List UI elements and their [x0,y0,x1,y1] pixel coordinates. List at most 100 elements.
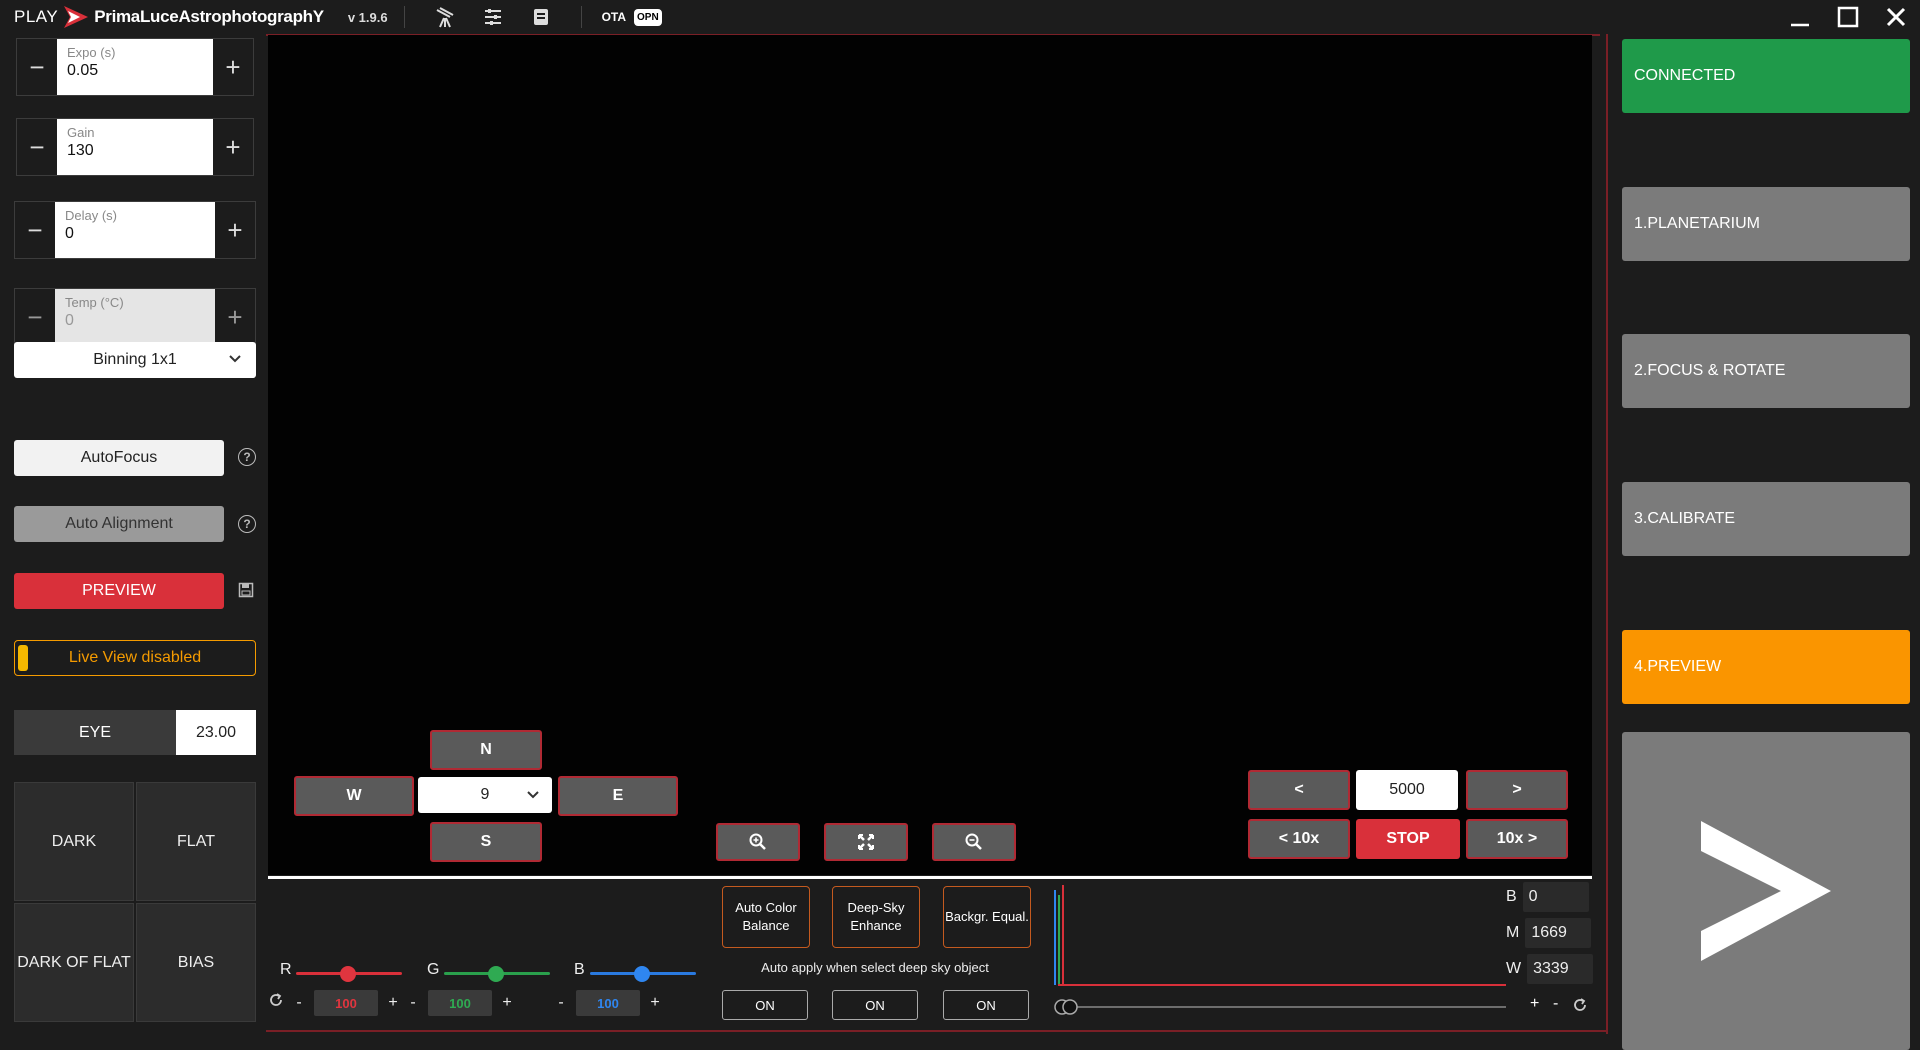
histogram-chart[interactable] [1050,880,1510,1020]
telescope-icon[interactable] [433,5,457,29]
flat-button[interactable]: FLAT [136,782,256,901]
delay-spinner: − Delay (s) 0 + [14,201,256,259]
calibrate-step-button[interactable]: 3.CALIBRATE [1622,482,1910,556]
black-point-value[interactable]: 0 [1522,882,1589,912]
save-icon[interactable] [238,582,254,598]
black-point-label: B [1506,888,1517,905]
ota-label[interactable]: OTA [602,10,626,24]
auto-alignment-button[interactable]: Auto Alignment [14,506,224,542]
eye-button[interactable]: EYE [14,710,176,755]
r-value[interactable]: 100 [314,990,378,1016]
gain-increase-button[interactable]: + [213,119,253,175]
temp-field[interactable]: Temp (°C) 0 [55,289,215,345]
mount-speed-select[interactable]: 9 [418,777,552,813]
eye-value-field[interactable]: 23.00 [176,710,256,755]
north-button[interactable]: N [430,730,542,770]
deep-sky-on-toggle[interactable]: ON [832,990,918,1020]
histogram-reset-icon[interactable] [1572,997,1588,1013]
reset-rgb-icon[interactable] [268,992,284,1008]
temp-increase-button[interactable]: + [215,289,255,345]
g-decrease-button[interactable]: - [404,994,422,1012]
connected-step-button[interactable]: CONNECTED [1622,39,1910,113]
expo-value[interactable]: 0.05 [67,62,203,80]
title-separator-2 [580,6,582,28]
b-decrease-button[interactable]: - [552,994,570,1012]
delay-decrease-button[interactable]: − [15,202,55,258]
auto-alignment-help-icon[interactable]: ? [238,515,256,533]
b-increase-button[interactable]: + [646,994,664,1012]
histogram-minus-button[interactable]: - [1553,995,1558,1013]
preview-button[interactable]: PREVIEW [14,573,224,609]
temp-decrease-button[interactable]: − [15,289,55,345]
gain-decrease-button[interactable]: − [17,119,57,175]
focuser-stop-button[interactable]: STOP [1356,819,1460,859]
next-step-button[interactable] [1622,732,1910,1050]
preview-step-button[interactable]: 4.PREVIEW [1622,630,1910,704]
white-point-value[interactable]: 3339 [1527,954,1594,984]
focuser-next-button[interactable]: > [1466,770,1568,810]
west-button[interactable]: W [294,776,414,816]
focuser-prev-button[interactable]: < [1248,770,1350,810]
r-increase-button[interactable]: + [384,994,402,1012]
gain-value[interactable]: 130 [67,142,203,160]
r-decrease-button[interactable]: - [290,994,308,1012]
deep-sky-enhance-button[interactable]: Deep-Sky Enhance [832,886,920,948]
backgr-on-toggle[interactable]: ON [943,990,1029,1020]
workflow-panel: CONNECTED 1.PLANETARIUM 2.FOCUS & ROTATE… [1606,34,1920,1050]
g-slider-handle[interactable] [488,966,504,982]
expo-increase-button[interactable]: + [213,39,253,95]
settings-sliders-icon[interactable] [481,5,505,29]
dark-of-flat-button[interactable]: DARK OF FLAT [14,903,134,1022]
midpoint-label: M [1506,924,1520,941]
auto-color-on-toggle[interactable]: ON [722,990,808,1020]
focuser-steps-field[interactable]: 5000 [1356,770,1458,810]
focuser-next10-button[interactable]: 10x > [1466,819,1568,859]
autofocus-help-icon[interactable]: ? [238,448,256,466]
fit-screen-button[interactable] [824,823,908,861]
g-value-control: - 100 + [404,990,516,1016]
binning-select[interactable]: Binning 1x1 [14,342,256,378]
histogram-white-point: W 3339 [1506,954,1594,984]
gain-spinner: − Gain 130 + [16,118,254,176]
r-slider-handle[interactable] [340,966,356,982]
opn-badge[interactable]: OPN [634,8,662,26]
zoom-out-button[interactable] [932,823,1016,861]
b-value[interactable]: 100 [576,990,640,1016]
autofocus-button[interactable]: AutoFocus [14,440,224,476]
focuser-prev10-button[interactable]: < 10x [1248,819,1350,859]
histogram-plus-button[interactable]: + [1530,995,1539,1013]
planetarium-step-button[interactable]: 1.PLANETARIUM [1622,187,1910,261]
delay-field[interactable]: Delay (s) 0 [55,202,215,258]
delay-increase-button[interactable]: + [215,202,255,258]
maximize-icon[interactable] [1824,0,1872,34]
east-button[interactable]: E [558,776,678,816]
south-button[interactable]: S [430,822,542,862]
title-separator [403,6,405,28]
app-logo-icon [64,6,89,28]
background-equalization-button[interactable]: Backgr. Equal. [943,886,1031,948]
binning-value: Binning 1x1 [93,351,177,368]
expo-label: Expo (s) [67,45,116,60]
document-icon[interactable] [529,5,553,29]
close-icon[interactable] [1872,0,1920,34]
bias-button[interactable]: BIAS [136,903,256,1022]
minimize-icon[interactable] [1776,0,1824,34]
dark-button[interactable]: DARK [14,782,134,901]
app-version: v 1.9.6 [347,9,388,25]
g-increase-button[interactable]: + [498,994,516,1012]
live-view-toggle[interactable]: Live View disabled [14,640,256,676]
delay-value[interactable]: 0 [65,225,205,243]
focus-rotate-step-button[interactable]: 2.FOCUS & ROTATE [1622,334,1910,408]
expo-decrease-button[interactable]: − [17,39,57,95]
g-value[interactable]: 100 [428,990,492,1016]
expo-field[interactable]: Expo (s) 0.05 [57,39,213,95]
zoom-out-icon [965,833,982,850]
zoom-in-button[interactable] [716,823,800,861]
auto-color-balance-button[interactable]: Auto Color Balance [722,886,810,948]
live-view-indicator [18,645,28,671]
temp-value[interactable]: 0 [65,312,205,330]
calibration-grid: DARK FLAT DARK OF FLAT BIAS [14,782,256,1022]
b-slider-handle[interactable] [634,966,650,982]
gain-field[interactable]: Gain 130 [57,119,213,175]
midpoint-value[interactable]: 1669 [1525,918,1592,948]
